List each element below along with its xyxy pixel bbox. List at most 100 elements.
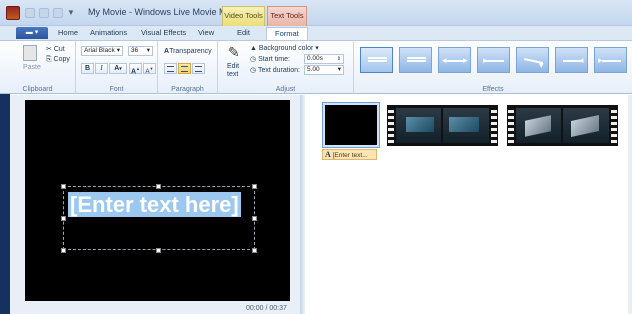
transparency-button[interactable]: ATransparency xyxy=(164,47,212,56)
context-tab-video-tools: Video Tools xyxy=(222,6,265,26)
tab-format[interactable]: Format xyxy=(266,27,308,40)
resize-handle[interactable] xyxy=(252,248,257,253)
effect-bar-icon xyxy=(368,60,387,62)
monitor-image xyxy=(571,115,599,137)
monitor-image xyxy=(406,117,434,132)
shrink-font-caret-icon: ▼ xyxy=(149,66,154,71)
monitor-image xyxy=(449,117,479,132)
video-clip-1[interactable] xyxy=(387,105,498,146)
edit-text-label-line2[interactable]: text xyxy=(227,70,238,79)
resize-handle[interactable] xyxy=(61,248,66,253)
title-clip-label-text: [Enter text... xyxy=(332,152,368,159)
align-right-button[interactable] xyxy=(192,63,205,74)
shrink-font-button[interactable]: A▼ xyxy=(143,63,156,75)
paste-button[interactable]: Paste xyxy=(23,63,41,72)
effect-bar-icon xyxy=(407,57,426,59)
monitor-image xyxy=(525,115,551,137)
font-size-value: 36 xyxy=(131,47,139,54)
spinner-icon: ⇕ xyxy=(336,56,341,62)
arrow-down-icon: ▾ xyxy=(539,60,544,70)
title-bar: ▼ My Movie - Windows Live Movie Maker Vi… xyxy=(0,0,632,26)
undo-icon[interactable] xyxy=(39,8,49,18)
caption-text[interactable]: [Enter text here] xyxy=(68,192,241,217)
film-perforation xyxy=(388,107,394,144)
font-group: Arial Black ▾ 36 ▾ B I A▾ A▲ A▼ Font xyxy=(76,41,158,94)
font-color-button[interactable]: A▾ xyxy=(109,63,127,74)
video-frame xyxy=(443,108,489,143)
align-right-icon xyxy=(195,66,202,72)
ribbon: Paste ✂ Cut ⎘ Copy Clipboard Arial Black… xyxy=(0,40,632,94)
effect-swoop-thumbnail[interactable]: ▾ xyxy=(516,47,549,73)
tab-view[interactable]: View xyxy=(198,27,214,40)
quick-access-toolbar: ▼ xyxy=(25,7,75,19)
resize-handle[interactable] xyxy=(61,216,66,221)
grow-font-button[interactable]: A▲ xyxy=(129,63,142,75)
font-size-select[interactable]: 36 ▾ xyxy=(128,46,153,56)
bold-button[interactable]: B xyxy=(81,63,94,74)
resize-handle[interactable] xyxy=(61,184,66,189)
film-perforation xyxy=(611,107,617,144)
redo-icon[interactable] xyxy=(53,8,63,18)
effect-bar-icon xyxy=(485,60,504,62)
app-icon[interactable] xyxy=(6,6,20,20)
effect-fly-left-thumbnail[interactable]: ◂ xyxy=(555,47,588,73)
start-time-label: Start time: xyxy=(258,56,290,63)
background-color-button[interactable]: ▲ Background color ▾ xyxy=(250,44,319,53)
chevron-down-icon: ▾ xyxy=(146,47,150,54)
effect-bar-icon xyxy=(368,57,387,59)
font-family-select[interactable]: Arial Black ▾ xyxy=(81,46,123,56)
video-clip-2[interactable] xyxy=(507,105,618,146)
align-left-icon xyxy=(167,66,174,72)
edit-text-icon[interactable]: ✎ xyxy=(228,45,240,59)
title-clip-thumbnail[interactable] xyxy=(325,105,377,145)
adjust-group: ✎ Edit text ▲ Background color ▾ ◷ Start… xyxy=(218,41,354,94)
resize-handle[interactable] xyxy=(156,184,161,189)
film-perforation xyxy=(491,107,497,144)
resize-handle[interactable] xyxy=(252,216,257,221)
customize-qat-icon[interactable]: ▼ xyxy=(67,8,75,18)
italic-button[interactable]: I xyxy=(95,63,108,74)
paste-icon[interactable] xyxy=(23,45,37,61)
tab-edit[interactable]: Edit xyxy=(237,27,250,40)
resize-handle[interactable] xyxy=(252,184,257,189)
tab-visual-effects[interactable]: Visual Effects xyxy=(141,27,186,40)
chevron-down-icon: ▾ xyxy=(313,45,319,52)
arrow-right-icon: ▸ xyxy=(463,55,468,65)
chevron-down-icon: ▾ xyxy=(337,66,341,73)
effect-fly-right-thumbnail[interactable]: ▸ xyxy=(594,47,627,73)
effects-group-label: Effects xyxy=(482,86,504,93)
effects-group: ◂▸ ▸ ▾ ◂ ▸ Effects xyxy=(354,41,632,94)
storyboard-scrollbar[interactable] xyxy=(628,95,632,314)
playback-timecode: 00:00 / 00:37 xyxy=(246,305,287,312)
effect-fade-thumbnail[interactable] xyxy=(399,47,432,73)
resize-handle[interactable] xyxy=(156,248,161,253)
tab-home[interactable]: Home xyxy=(58,27,78,40)
timer-icon: ◷ xyxy=(250,67,258,74)
video-frame xyxy=(563,108,609,143)
text-duration-value: 5.00 xyxy=(307,66,320,73)
grow-font-caret-icon: ▲ xyxy=(136,66,141,71)
video-frame xyxy=(516,108,561,143)
tab-animations[interactable]: Animations xyxy=(90,27,127,40)
text-duration-label: Text duration: xyxy=(257,67,300,74)
window-title: My Movie - Windows Live Movie Maker xyxy=(88,7,245,17)
film-perforation xyxy=(508,107,514,144)
start-time-label-wrap: ◷ Start time: xyxy=(250,55,290,64)
align-center-button[interactable] xyxy=(178,63,191,74)
title-clip-caption-label[interactable]: A [Enter text... xyxy=(322,149,377,160)
font-group-label: Font xyxy=(109,86,124,93)
save-icon[interactable] xyxy=(25,8,35,18)
cut-label: Cut xyxy=(53,46,65,53)
effect-none-thumbnail[interactable] xyxy=(360,47,393,73)
align-center-icon xyxy=(181,66,188,72)
cut-button[interactable]: ✂ Cut xyxy=(46,45,65,54)
start-time-input[interactable]: 0.00s ⇕ xyxy=(304,54,344,64)
align-left-button[interactable] xyxy=(164,63,177,74)
effect-zoom-thumbnail[interactable]: ▸ xyxy=(477,47,510,73)
text-duration-select[interactable]: 5.00 ▾ xyxy=(304,65,344,75)
transparency-label: Transparency xyxy=(169,48,212,55)
copy-button[interactable]: ⎘ Copy xyxy=(46,55,70,64)
paragraph-group: ATransparency Paragraph xyxy=(158,41,218,94)
file-menu-button[interactable]: ▬ ▾ xyxy=(16,27,48,39)
effect-split-thumbnail[interactable]: ◂ ▸ xyxy=(438,47,471,73)
